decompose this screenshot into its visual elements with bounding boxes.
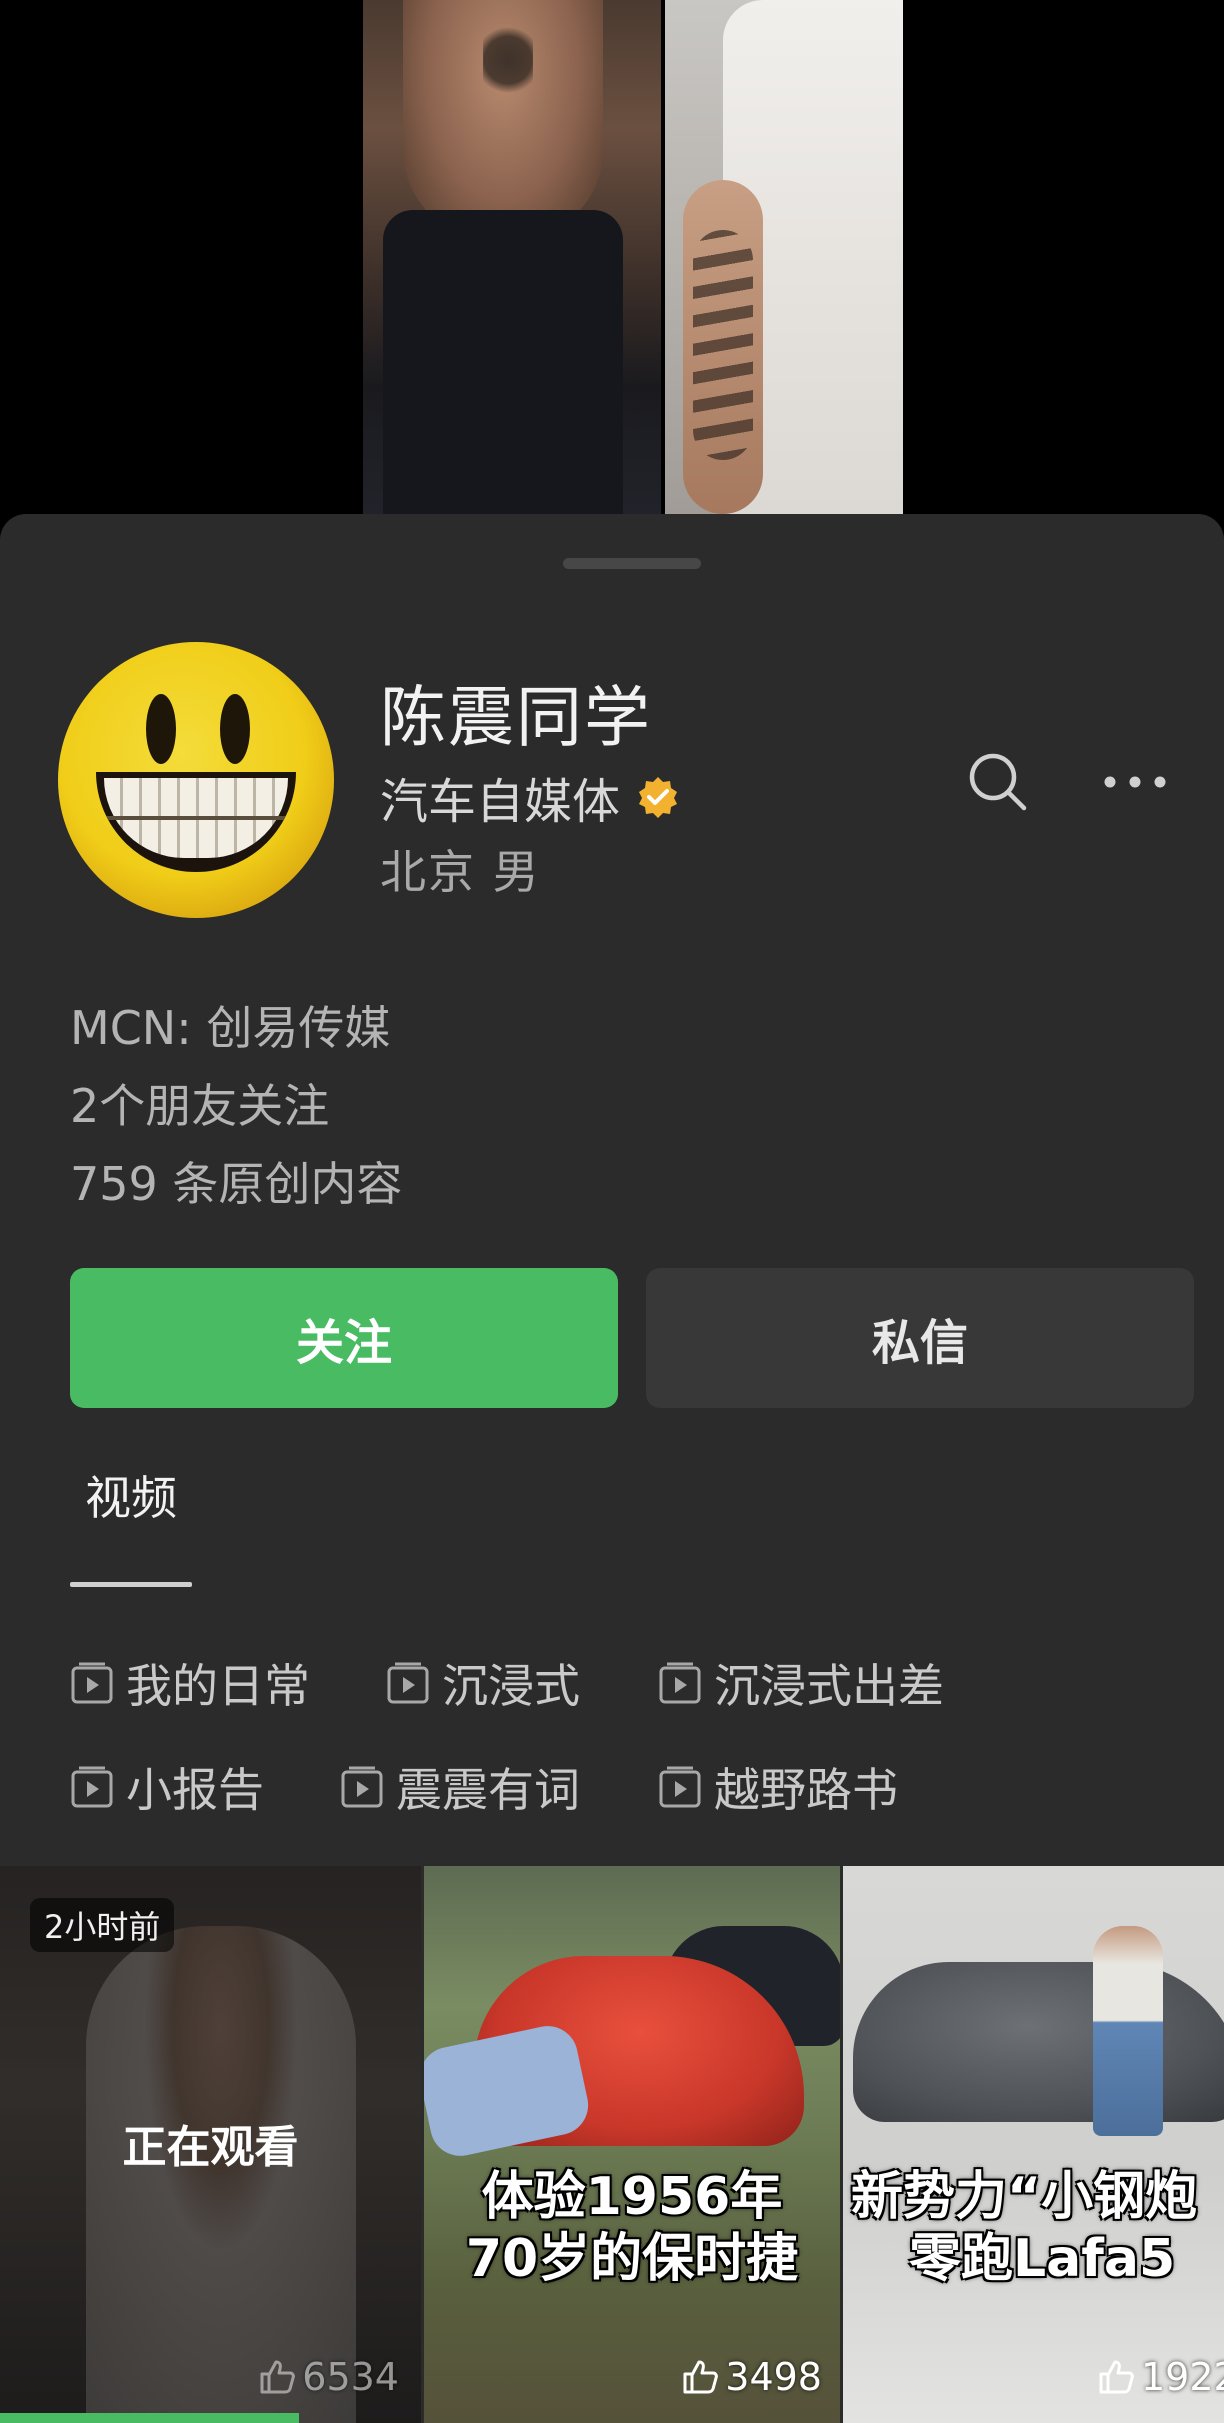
collection-item[interactable]: 越野路书 <box>658 1754 898 1820</box>
play-collection-icon <box>387 1662 429 1704</box>
play-collection-icon <box>659 1662 701 1704</box>
video-frame-right <box>663 0 903 514</box>
more-button[interactable] <box>1100 747 1170 817</box>
video-frame-left <box>363 0 663 514</box>
collection-item[interactable]: 震震有词 <box>340 1754 580 1820</box>
like-icon <box>260 2360 296 2394</box>
certification-text: 汽车自媒体 <box>380 774 621 830</box>
collection-label: 沉浸式 <box>442 1659 580 1713</box>
like-count: 3498 <box>681 2355 822 2399</box>
friends-following[interactable]: 2个朋友关注 <box>70 1070 329 1136</box>
now-watching-label: 正在观看 <box>122 2122 299 2173</box>
search-button[interactable] <box>963 747 1033 817</box>
video-thumbnail[interactable]: 新势力“小钢炮 零跑Lafa5 1922 <box>843 1866 1224 2423</box>
profile-name: 陈震同学 <box>380 679 652 756</box>
time-badge: 2小时前 <box>30 1898 175 1952</box>
collection-item[interactable]: 小报告 <box>70 1754 264 1820</box>
play-collection-icon <box>659 1766 701 1808</box>
avatar[interactable] <box>58 642 334 918</box>
video-title: 新势力“小钢炮 零跑Lafa5 <box>851 2167 1198 2289</box>
location-gender: 北京 男 <box>380 845 541 899</box>
collection-label: 我的日常 <box>126 1659 310 1713</box>
drag-handle[interactable] <box>563 558 701 569</box>
video-thumbnail[interactable]: 2小时前 正在观看 6534 <box>0 1866 421 2423</box>
like-icon <box>1099 2360 1134 2394</box>
collection-label: 震震有词 <box>396 1763 580 1817</box>
like-icon <box>683 2360 719 2394</box>
more-icon <box>1104 776 1166 788</box>
collection-item[interactable]: 沉浸式出差 <box>658 1650 944 1716</box>
original-content-count: 759 条原创内容 <box>70 1157 403 1211</box>
collection-item[interactable]: 我的日常 <box>70 1650 310 1716</box>
like-count: 6534 <box>258 2355 399 2399</box>
play-collection-icon <box>71 1766 113 1808</box>
follow-button[interactable]: 关注 <box>70 1268 618 1408</box>
message-button[interactable]: 私信 <box>646 1268 1194 1408</box>
tab-indicator <box>70 1582 192 1587</box>
tab-videos[interactable]: 视频 <box>70 1462 192 1528</box>
video-thumbnail[interactable]: 体验1956年 70岁的保时捷 3498 <box>424 1866 840 2423</box>
play-collection-icon <box>71 1662 113 1704</box>
verified-badge-icon <box>636 775 680 819</box>
like-count: 1922 <box>1097 2355 1224 2399</box>
certification-row: 汽车自媒体 <box>380 762 680 832</box>
watch-progress-bar <box>0 2413 299 2423</box>
background-video[interactable] <box>0 0 1224 514</box>
play-collection-icon <box>341 1766 383 1808</box>
collection-label: 越野路书 <box>714 1763 898 1817</box>
collection-label: 小报告 <box>126 1763 264 1817</box>
profile-sheet: 陈震同学 汽车自媒体 北京 男 MCN: 创易传媒 2个朋友关注 759 条原创… <box>0 514 1224 2423</box>
collection-label: 沉浸式出差 <box>714 1659 944 1713</box>
mcn-info: MCN: 创易传媒 <box>70 1001 391 1055</box>
video-title: 体验1956年 70岁的保时捷 <box>465 2167 799 2289</box>
search-icon <box>969 753 1027 811</box>
collection-item[interactable]: 沉浸式 <box>386 1650 580 1716</box>
